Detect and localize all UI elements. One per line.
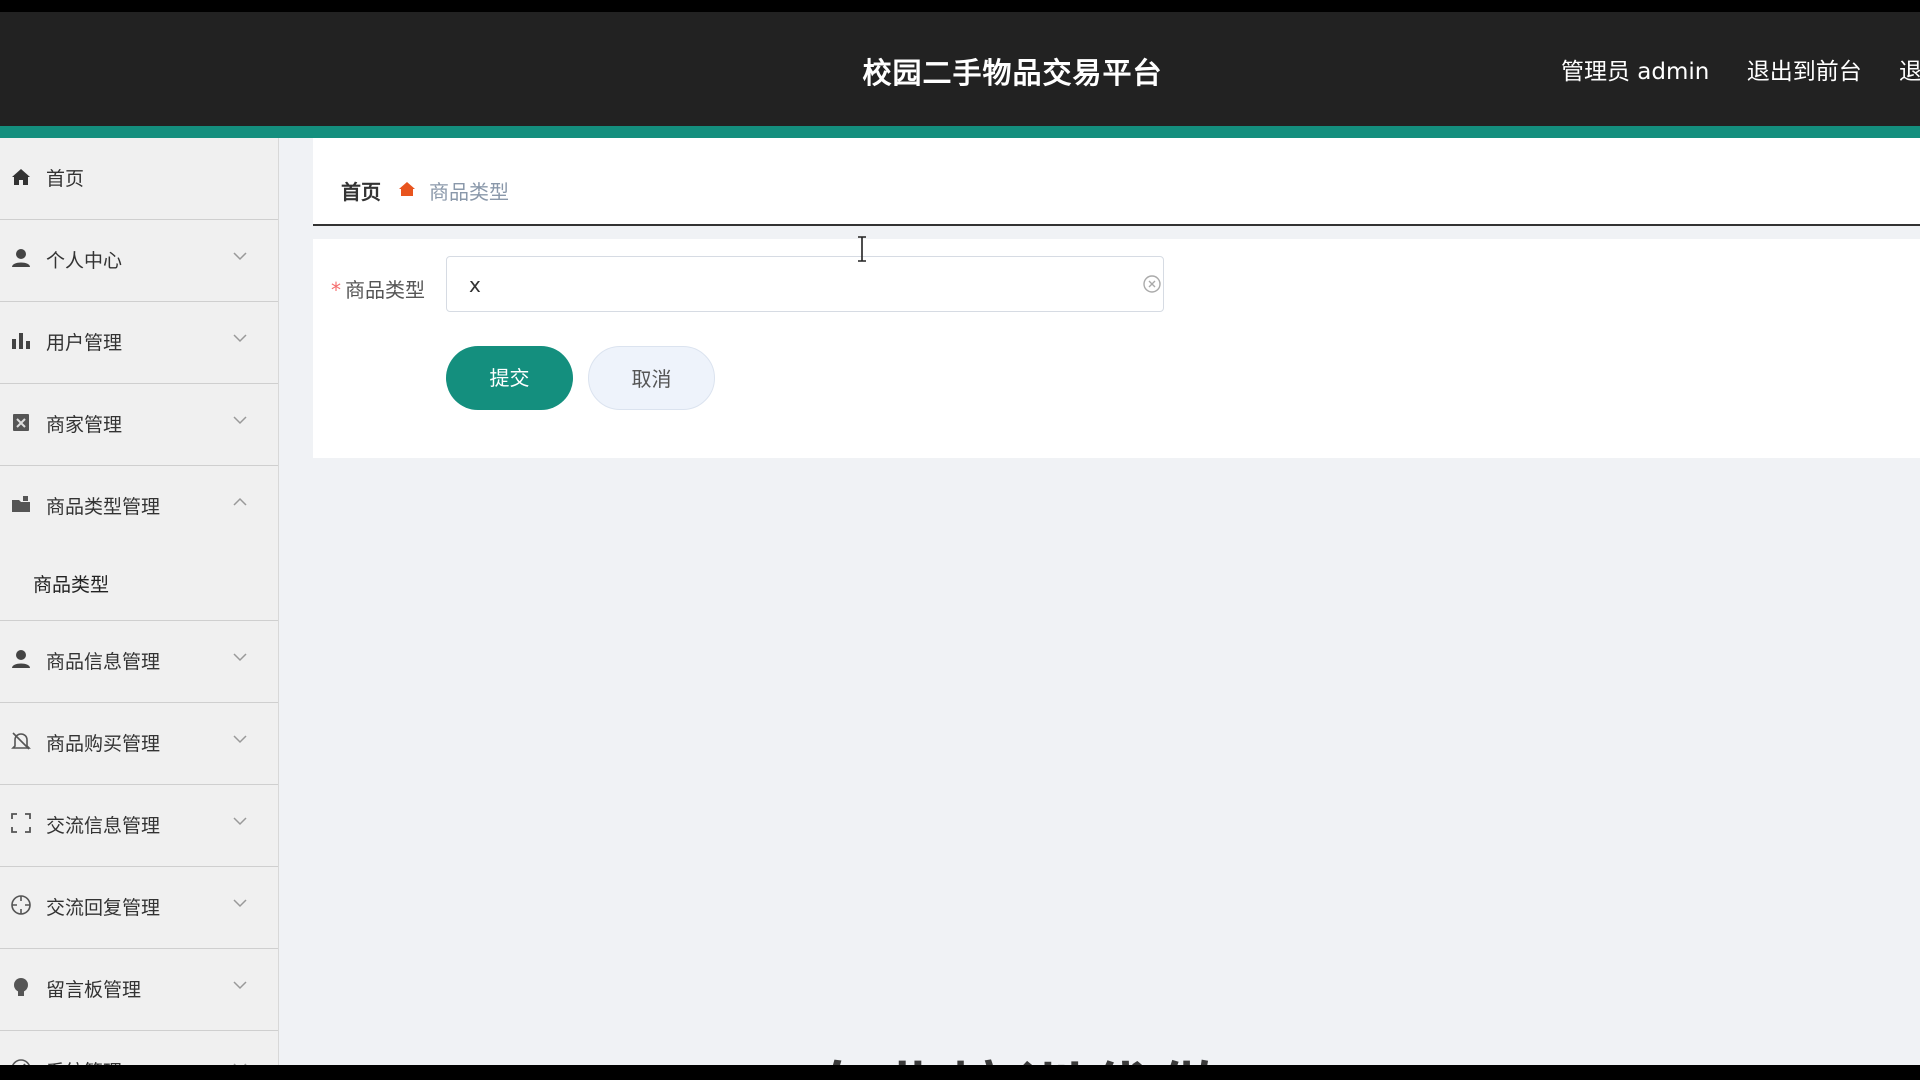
home-separator-icon bbox=[399, 182, 415, 196]
submit-button[interactable]: 提交 bbox=[446, 346, 573, 410]
gauge-icon bbox=[12, 1059, 30, 1065]
cancel-button[interactable]: 取消 bbox=[588, 346, 715, 410]
sidebar-item-home[interactable]: 首页 bbox=[0, 138, 278, 220]
sidebar-item-label: 商品类型管理 bbox=[46, 496, 161, 518]
current-user-label: 管理员 admin bbox=[1561, 59, 1710, 85]
breadcrumb-home[interactable]: 首页 bbox=[341, 176, 381, 205]
sidebar-item-product-purchase-management[interactable]: 商品购买管理 bbox=[0, 703, 278, 785]
watermark-text: 专业培训代做 bbox=[808, 1042, 1228, 1065]
sidebar: 首页 个人中心 用户管理 商家管理 商品类型管理 商品类型 商品信息管理 商品购… bbox=[0, 138, 279, 1065]
sidebar-item-user-management[interactable]: 用户管理 bbox=[0, 302, 278, 384]
chevron-down-icon bbox=[233, 653, 247, 662]
sidebar-item-label: 商品购买管理 bbox=[46, 733, 161, 755]
sidebar-item-exchange-reply-management[interactable]: 交流回复管理 bbox=[0, 867, 278, 949]
sidebar-item-label: 交流回复管理 bbox=[46, 897, 161, 919]
chevron-down-icon bbox=[233, 981, 247, 990]
chevron-down-icon bbox=[233, 416, 247, 425]
sidebar-item-exchange-info-management[interactable]: 交流信息管理 bbox=[0, 785, 278, 867]
top-header: 校园二手物品交易平台 管理员 admin 退出到前台 退出 bbox=[0, 12, 1920, 126]
folder-icon bbox=[12, 496, 30, 512]
sidebar-item-label: 用户管理 bbox=[46, 332, 123, 354]
chevron-down-icon bbox=[233, 899, 247, 908]
sidebar-item-label: 商家管理 bbox=[46, 414, 123, 436]
user-icon bbox=[12, 650, 30, 668]
sidebar-item-label: 个人中心 bbox=[46, 250, 123, 272]
target-icon bbox=[11, 895, 31, 915]
bulb-icon bbox=[14, 978, 28, 996]
header-accent-bar bbox=[0, 126, 1920, 138]
breadcrumb-current: 商品类型 bbox=[429, 180, 509, 204]
sidebar-item-product-type-management[interactable]: 商品类型管理 bbox=[0, 466, 278, 548]
fullscreen-icon bbox=[11, 813, 31, 833]
product-type-input-value: x bbox=[469, 273, 481, 297]
chevron-up-icon bbox=[233, 497, 247, 506]
sidebar-item-merchant-management[interactable]: 商家管理 bbox=[0, 384, 278, 466]
home-icon bbox=[12, 169, 30, 185]
sidebar-group-product-type: 商品类型管理 商品类型 bbox=[0, 466, 278, 621]
chevron-down-icon bbox=[233, 1063, 247, 1065]
clipboard-icon bbox=[13, 414, 29, 431]
user-icon bbox=[12, 249, 30, 267]
bell-icon bbox=[11, 732, 31, 750]
chevron-down-icon bbox=[233, 817, 247, 826]
exit-to-frontend-link[interactable]: 退出到前台 bbox=[1747, 59, 1862, 85]
chevron-down-icon bbox=[233, 735, 247, 744]
required-mark: * bbox=[331, 278, 341, 302]
breadcrumb: 首页 商品类型 bbox=[313, 138, 1920, 226]
sidebar-item-label: 留言板管理 bbox=[46, 979, 142, 1001]
product-type-field-label: * 商品类型 bbox=[331, 274, 425, 303]
chevron-down-icon bbox=[233, 252, 247, 261]
sidebar-item-product-info-management[interactable]: 商品信息管理 bbox=[0, 621, 278, 703]
sidebar-item-personal-center[interactable]: 个人中心 bbox=[0, 220, 278, 302]
sidebar-item-system-management[interactable]: 系统管理 bbox=[0, 1031, 278, 1065]
sidebar-item-label: 首页 bbox=[46, 168, 85, 190]
sidebar-subitem-label: 商品类型 bbox=[33, 574, 110, 596]
chevron-down-icon bbox=[233, 334, 247, 343]
product-type-form: * 商品类型 x 提交 取消 bbox=[313, 239, 1920, 458]
sidebar-item-message-board-management[interactable]: 留言板管理 bbox=[0, 949, 278, 1031]
header-actions: 管理员 admin 退出到前台 退出 bbox=[1561, 52, 1920, 86]
logout-link[interactable]: 退出 bbox=[1899, 59, 1920, 85]
app-frame: 校园二手物品交易平台 管理员 admin 退出到前台 退出 首页 个人中心 用户… bbox=[0, 12, 1920, 1065]
text-cursor-icon bbox=[858, 236, 866, 262]
clear-input-icon[interactable] bbox=[1142, 274, 1162, 294]
product-type-input[interactable]: x bbox=[446, 256, 1164, 312]
sidebar-item-label: 商品信息管理 bbox=[46, 651, 161, 673]
sidebar-item-label: 系统管理 bbox=[46, 1057, 122, 1065]
field-label-text: 商品类型 bbox=[345, 278, 425, 302]
sidebar-item-label: 交流信息管理 bbox=[46, 815, 161, 837]
bar-chart-icon bbox=[12, 333, 30, 349]
sidebar-subitem-product-type[interactable]: 商品类型 bbox=[0, 548, 278, 620]
